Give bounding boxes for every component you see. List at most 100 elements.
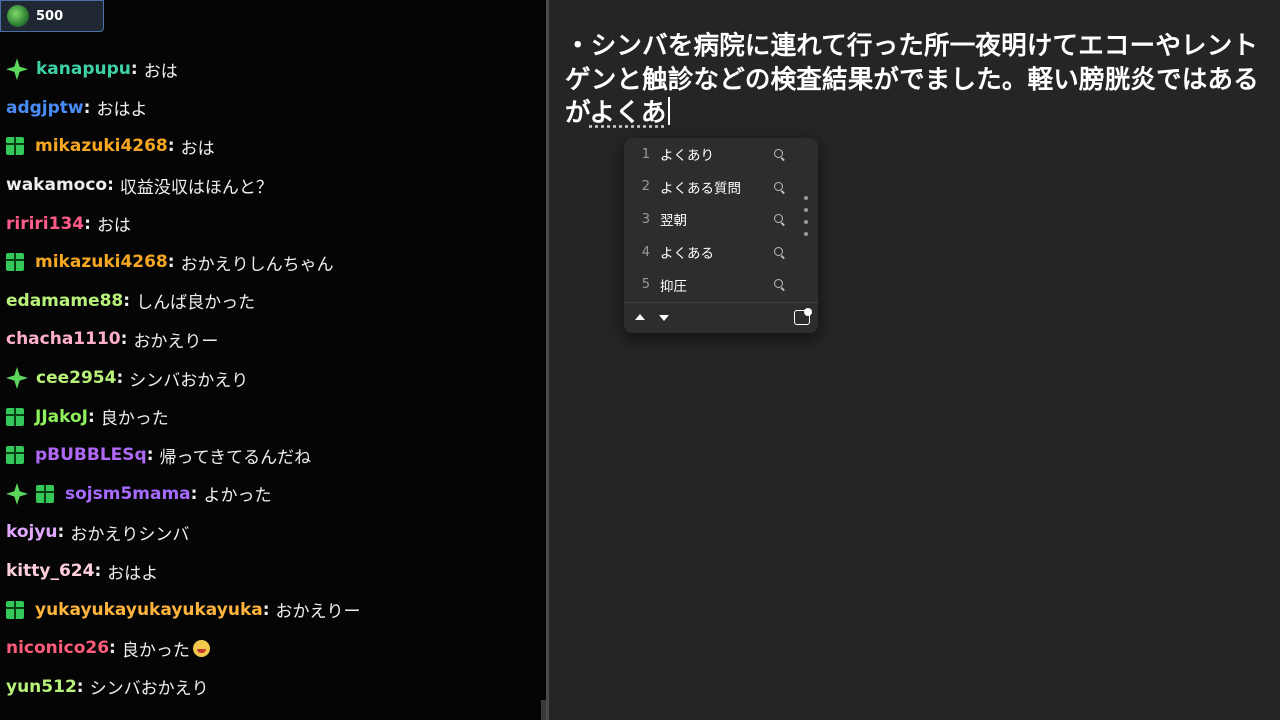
chat-username[interactable]: kanapupu <box>36 59 131 79</box>
candidate-number: 2 <box>641 179 650 195</box>
gift-sub-badge-icon[interactable] <box>6 600 24 619</box>
candidate-word: よくある質問 <box>660 180 741 197</box>
chat-message-text: おはよ <box>96 100 148 121</box>
chat-message-text: おはよ <box>107 563 159 584</box>
chat-message: yun512: シンバおかえり <box>0 668 546 707</box>
chat-separator: : <box>109 638 116 659</box>
chat-message: chacha1110: おかえりー <box>0 320 546 359</box>
chat-message-text: よかった <box>203 486 272 507</box>
chat-username[interactable]: niconico26 <box>6 638 109 658</box>
chat-panel: 500 kanapupu: おは adgjptw: おはよ mikazuki4268: お… <box>0 0 546 720</box>
candidate-word: よくある <box>660 246 714 263</box>
chat-separator: : <box>167 252 175 273</box>
search-icon[interactable] <box>774 214 783 224</box>
ime-candidate[interactable]: 5 抑圧 <box>624 268 818 301</box>
search-icon[interactable] <box>774 149 783 158</box>
chat-username[interactable]: kojyu <box>6 522 58 542</box>
chat-username[interactable]: wakamoco <box>6 175 107 195</box>
chat-message-text: おは <box>143 61 178 82</box>
chat-message: kojyu: おかえりシンバ <box>0 513 546 552</box>
chat-message: ririri134: おは <box>0 204 546 243</box>
chat-username[interactable]: mikazuki4268 <box>35 252 168 272</box>
chat-username[interactable]: yukayukayukayukayuka <box>35 600 263 620</box>
ime-popup-footer <box>624 302 818 333</box>
gift-sub-badge-icon[interactable] <box>6 253 24 272</box>
chat-separator: : <box>76 676 84 697</box>
candidate-number: 4 <box>641 244 650 260</box>
sparkle-badge-icon[interactable] <box>6 58 28 81</box>
chat-separator: : <box>57 522 65 543</box>
chat-message: JJakoJ: 良かった <box>0 397 546 436</box>
chat-username[interactable]: pBUBBLESq <box>35 445 147 465</box>
chat-username[interactable]: chacha1110 <box>6 329 121 349</box>
candidate-word: 抑圧 <box>660 278 687 295</box>
channel-points-icon <box>7 5 29 27</box>
text-caret <box>667 97 670 125</box>
chat-message-text: 帰ってきてるんだね <box>159 447 312 468</box>
sparkle-badge-icon[interactable] <box>6 367 28 390</box>
chat-separator: : <box>262 599 270 620</box>
chat-message-text: 良かった <box>100 409 169 430</box>
note-text-body[interactable]: ・シンバを病院に連れて行った所一夜明けてエコーやレントゲンと触診などの検査結果が… <box>565 30 1277 131</box>
chat-message: yukayukayukayukayuka: おかえりー <box>0 590 546 629</box>
gift-sub-badge-icon[interactable] <box>6 137 24 156</box>
gift-sub-badge-icon[interactable] <box>6 446 24 465</box>
channel-points-badge[interactable]: 500 <box>0 0 104 32</box>
text-editor[interactable]: ・シンバを病院に連れて行った所一夜明けてエコーやレントゲンと触診などの検査結果が… <box>549 0 1280 720</box>
gift-sub-badge-icon[interactable] <box>6 407 24 426</box>
candidate-number: 3 <box>641 211 650 227</box>
chat-message: mikazuki4268: おは <box>0 127 546 166</box>
chat-username[interactable]: ririri134 <box>6 214 84 234</box>
chat-username[interactable]: sojsm5mama <box>65 484 191 504</box>
sparkle-badge-icon[interactable] <box>6 482 28 505</box>
flushed-face-emote <box>192 639 210 657</box>
chat-message: niconico26: 良かった <box>0 629 546 668</box>
chat-username[interactable]: kitty_624 <box>6 561 94 581</box>
chat-message-text: おかえりしんちゃん <box>180 254 334 275</box>
chat-separator: : <box>83 97 91 118</box>
chat-separator: : <box>146 445 154 466</box>
chat-message-text: 良かった <box>121 640 190 661</box>
chat-username[interactable]: cee2954 <box>36 368 116 388</box>
ime-candidate[interactable]: 4 よくある <box>624 236 818 269</box>
chat-separator: : <box>167 136 175 157</box>
chat-username[interactable]: mikazuki4268 <box>35 136 168 156</box>
chat-message-text: シンバおかえり <box>89 679 209 700</box>
chat-username[interactable]: adgjptw <box>6 98 84 118</box>
chat-message-text: おかえりー <box>275 602 361 623</box>
ime-candidate-popup: 1 よくあり 2 よくある質問 3 翌朝 4 よくある 5 抑圧 <box>624 138 818 333</box>
gift-sub-badge-icon[interactable] <box>36 484 54 503</box>
chat-message: edamame88: しんば良かった <box>0 282 546 321</box>
chat-message: kanapupu: おは <box>0 50 546 89</box>
chat-message-text: しんば良かった <box>136 293 256 314</box>
candidate-word: 翌朝 <box>660 213 687 230</box>
candidate-scroll-indicator[interactable] <box>804 196 810 244</box>
search-icon[interactable] <box>774 246 783 256</box>
chat-username[interactable]: yun512 <box>6 677 77 697</box>
search-icon[interactable] <box>774 181 783 191</box>
chat-message-text: おは <box>180 138 215 159</box>
chat-separator: : <box>123 290 131 311</box>
ime-candidate[interactable]: 3 翌朝 <box>624 203 818 236</box>
chat-separator: : <box>190 483 198 504</box>
chat-message: adgjptw: おはよ <box>0 89 546 128</box>
ime-candidate[interactable]: 2 よくある質問 <box>624 171 818 204</box>
ime-composition-text: よくあ <box>589 98 667 128</box>
candidate-list: 1 よくあり 2 よくある質問 3 翌朝 4 よくある 5 抑圧 <box>624 138 818 301</box>
page-down-arrow-icon[interactable] <box>659 315 669 321</box>
chat-message-text: おは <box>96 216 131 237</box>
chat-message: cee2954: シンバおかえり <box>0 359 546 398</box>
candidate-word: よくあり <box>660 148 714 165</box>
chat-username[interactable]: edamame88 <box>6 291 123 311</box>
chat-separator: : <box>94 561 102 582</box>
chat-message: wakamoco: 収益没収はほんと？ <box>0 166 546 205</box>
ime-candidate[interactable]: 1 よくあり <box>624 138 818 171</box>
chat-message-text: 収益没収はほんと？ <box>119 177 273 198</box>
ime-menu-icon[interactable] <box>794 308 812 325</box>
page-up-arrow-icon[interactable] <box>635 314 645 320</box>
chat-separator: : <box>107 175 114 196</box>
channel-points-value: 500 <box>36 8 64 24</box>
chat-username[interactable]: JJakoJ <box>35 407 88 427</box>
search-icon[interactable] <box>774 279 783 289</box>
chat-separator: : <box>120 329 128 350</box>
